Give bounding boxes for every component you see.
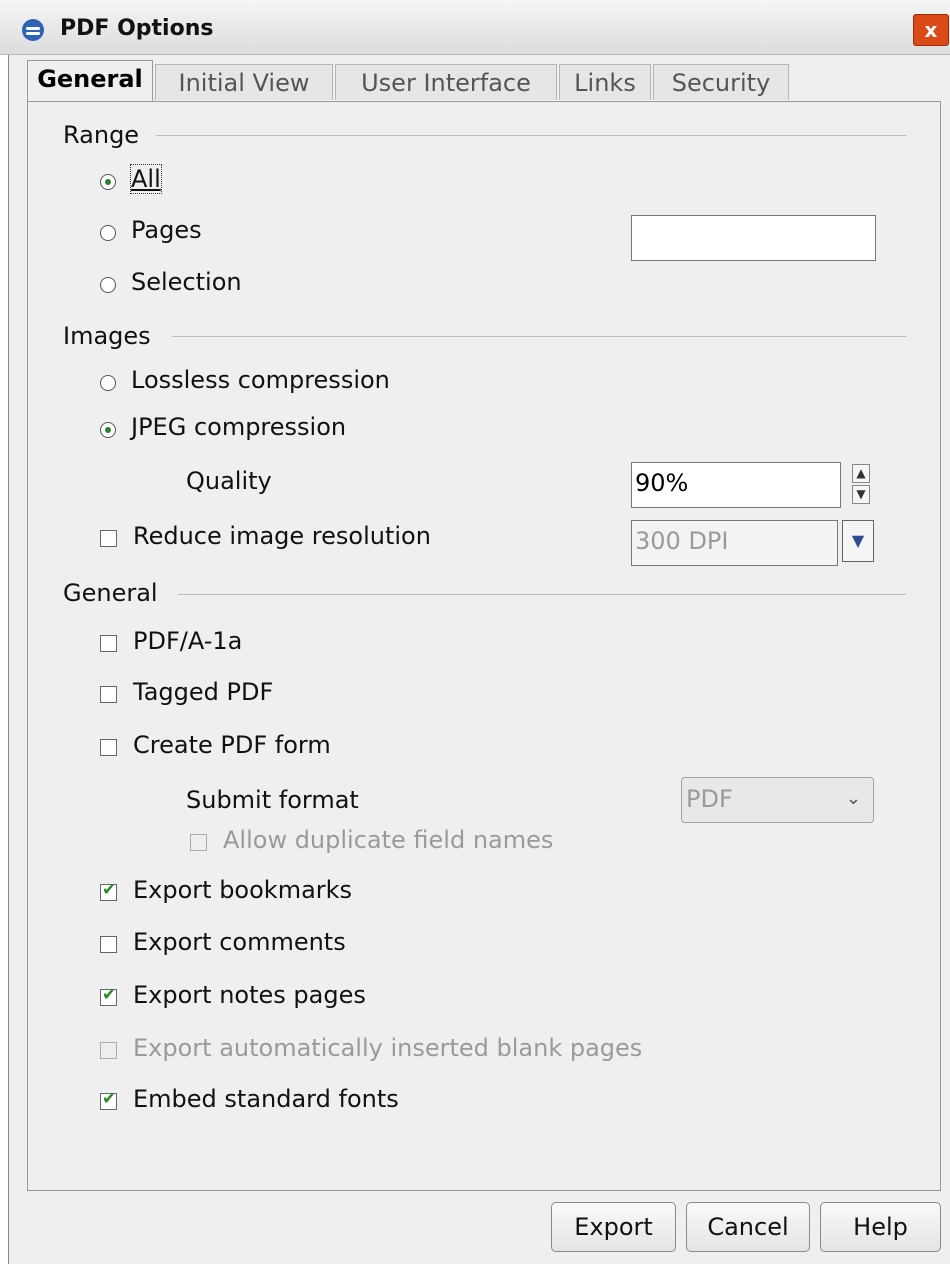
pdfa-label: PDF/A-1a xyxy=(133,627,243,655)
pdf-options-dialog: PDF Options x General Initial View User … xyxy=(0,0,950,1264)
tab-links[interactable]: Links xyxy=(559,64,651,100)
lossless-label: Lossless compression xyxy=(131,366,390,394)
resolution-dropdown-button[interactable]: ▼ xyxy=(842,520,874,562)
tab-security[interactable]: Security xyxy=(653,64,789,100)
submit-format-select[interactable]: PDF ⌄ xyxy=(681,777,874,823)
reduce-resolution-checkbox[interactable] xyxy=(100,530,117,547)
allow-duplicate-checkbox[interactable] xyxy=(190,834,207,851)
lossless-radio[interactable] xyxy=(100,375,116,391)
window-title: PDF Options xyxy=(60,16,214,41)
range-selection-radio[interactable] xyxy=(100,277,116,293)
general-divider xyxy=(178,594,906,595)
spin-down-icon[interactable]: ▼ xyxy=(852,485,870,504)
allow-duplicate-label: Allow duplicate field names xyxy=(223,826,554,854)
export-bookmarks-checkbox[interactable] xyxy=(100,880,117,901)
create-form-label: Create PDF form xyxy=(133,731,331,759)
pages-input[interactable] xyxy=(631,215,876,261)
help-button[interactable]: Help xyxy=(820,1202,941,1252)
general-section-title: General xyxy=(63,579,158,607)
embed-fonts-checkbox[interactable] xyxy=(100,1089,117,1110)
reduce-resolution-label: Reduce image resolution xyxy=(133,522,431,550)
export-blank-pages-label: Export automatically inserted blank page… xyxy=(133,1034,643,1062)
embed-fonts-label: Embed standard fonts xyxy=(133,1085,399,1113)
app-logo-icon xyxy=(22,19,44,41)
window-border xyxy=(0,54,9,1264)
range-selection-label: Selection xyxy=(131,268,242,296)
create-form-checkbox[interactable] xyxy=(100,739,117,756)
chevron-down-icon: ▼ xyxy=(851,531,865,550)
tagged-pdf-checkbox[interactable] xyxy=(100,686,117,703)
export-notes-checkbox[interactable] xyxy=(100,985,117,1006)
jpeg-label: JPEG compression xyxy=(131,413,347,441)
export-bookmarks-label: Export bookmarks xyxy=(133,876,353,904)
cancel-button[interactable]: Cancel xyxy=(686,1202,810,1252)
submit-format-value: PDF xyxy=(686,785,733,813)
chevron-down-icon: ⌄ xyxy=(845,788,861,809)
tab-general[interactable]: General xyxy=(27,60,153,103)
tab-initial-view[interactable]: Initial View xyxy=(155,64,333,100)
export-notes-label: Export notes pages xyxy=(133,981,366,1009)
range-pages-radio[interactable] xyxy=(100,225,116,241)
tagged-pdf-label: Tagged PDF xyxy=(133,678,274,706)
range-all-radio[interactable] xyxy=(100,174,116,190)
submit-format-label: Submit format xyxy=(186,786,359,814)
export-blank-pages-checkbox[interactable] xyxy=(100,1042,117,1059)
range-divider xyxy=(156,135,906,136)
close-button[interactable]: x xyxy=(913,14,949,46)
spin-up-icon[interactable]: ▲ xyxy=(852,464,870,483)
images-divider xyxy=(172,336,906,337)
range-all-label: All xyxy=(130,164,162,194)
images-section-title: Images xyxy=(63,322,151,350)
range-section-title: Range xyxy=(63,121,140,149)
export-comments-label: Export comments xyxy=(133,928,346,956)
resolution-combo[interactable]: 300 DPI xyxy=(631,520,838,566)
jpeg-radio[interactable] xyxy=(100,422,116,438)
quality-label: Quality xyxy=(186,467,272,495)
pdfa-checkbox[interactable] xyxy=(100,635,117,652)
quality-spinner[interactable]: ▲ ▼ xyxy=(852,464,872,506)
export-comments-checkbox[interactable] xyxy=(100,936,117,953)
range-pages-label: Pages xyxy=(131,216,202,244)
title-bar: PDF Options x xyxy=(0,0,950,55)
quality-input[interactable]: 90% xyxy=(631,462,841,508)
tab-user-interface[interactable]: User Interface xyxy=(335,64,557,100)
export-button[interactable]: Export xyxy=(551,1202,676,1252)
